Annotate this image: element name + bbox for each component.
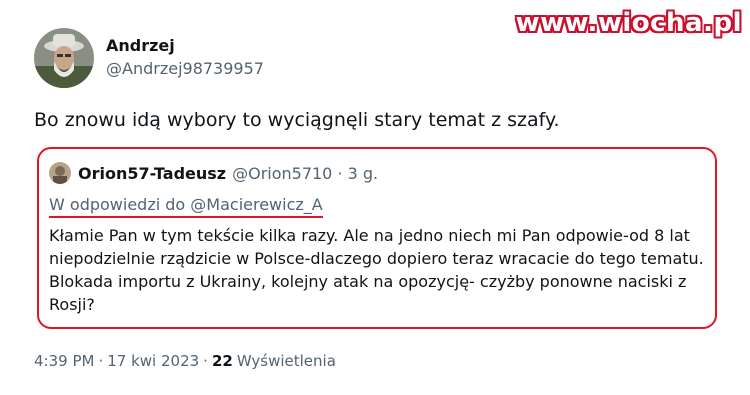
author-name[interactable]: Andrzej <box>106 36 264 56</box>
quote-author-avatar <box>49 162 71 184</box>
author-avatar[interactable] <box>34 28 94 88</box>
tweet-time[interactable]: 4:39 PM <box>34 352 94 370</box>
tweet-meta: 4:39 PM · 17 kwi 2023 · 22 Wyświetlenia <box>34 352 336 370</box>
quote-reply-to[interactable]: W odpowiedzi do @Macierewicz_A <box>49 195 323 218</box>
views-label[interactable]: Wyświetlenia <box>237 352 336 370</box>
quote-text: Kłamie Pan w tym tekście kilka razy. Ale… <box>49 226 704 314</box>
tweet-header: Andrzej @Andrzej98739957 <box>34 28 264 88</box>
quoted-tweet[interactable]: Orion57-Tadeusz @Orion5710 · 3 g. W odpo… <box>37 147 717 329</box>
meta-separator: · <box>203 352 208 370</box>
author-handle[interactable]: @Andrzej98739957 <box>106 58 264 80</box>
quote-author-name: Orion57-Tadeusz <box>78 163 227 183</box>
meta-separator: · <box>98 352 104 370</box>
quote-author-handle: @Orion5710 · 3 g. <box>232 163 379 183</box>
tweet-text: Bo znowu idą wybory to wyciągnęli stary … <box>34 109 560 131</box>
views-count[interactable]: 22 <box>212 352 233 370</box>
wiocha-watermark: www.wiocha.pl <box>515 8 742 38</box>
tweet-date[interactable]: 17 kwi 2023 <box>107 352 199 370</box>
